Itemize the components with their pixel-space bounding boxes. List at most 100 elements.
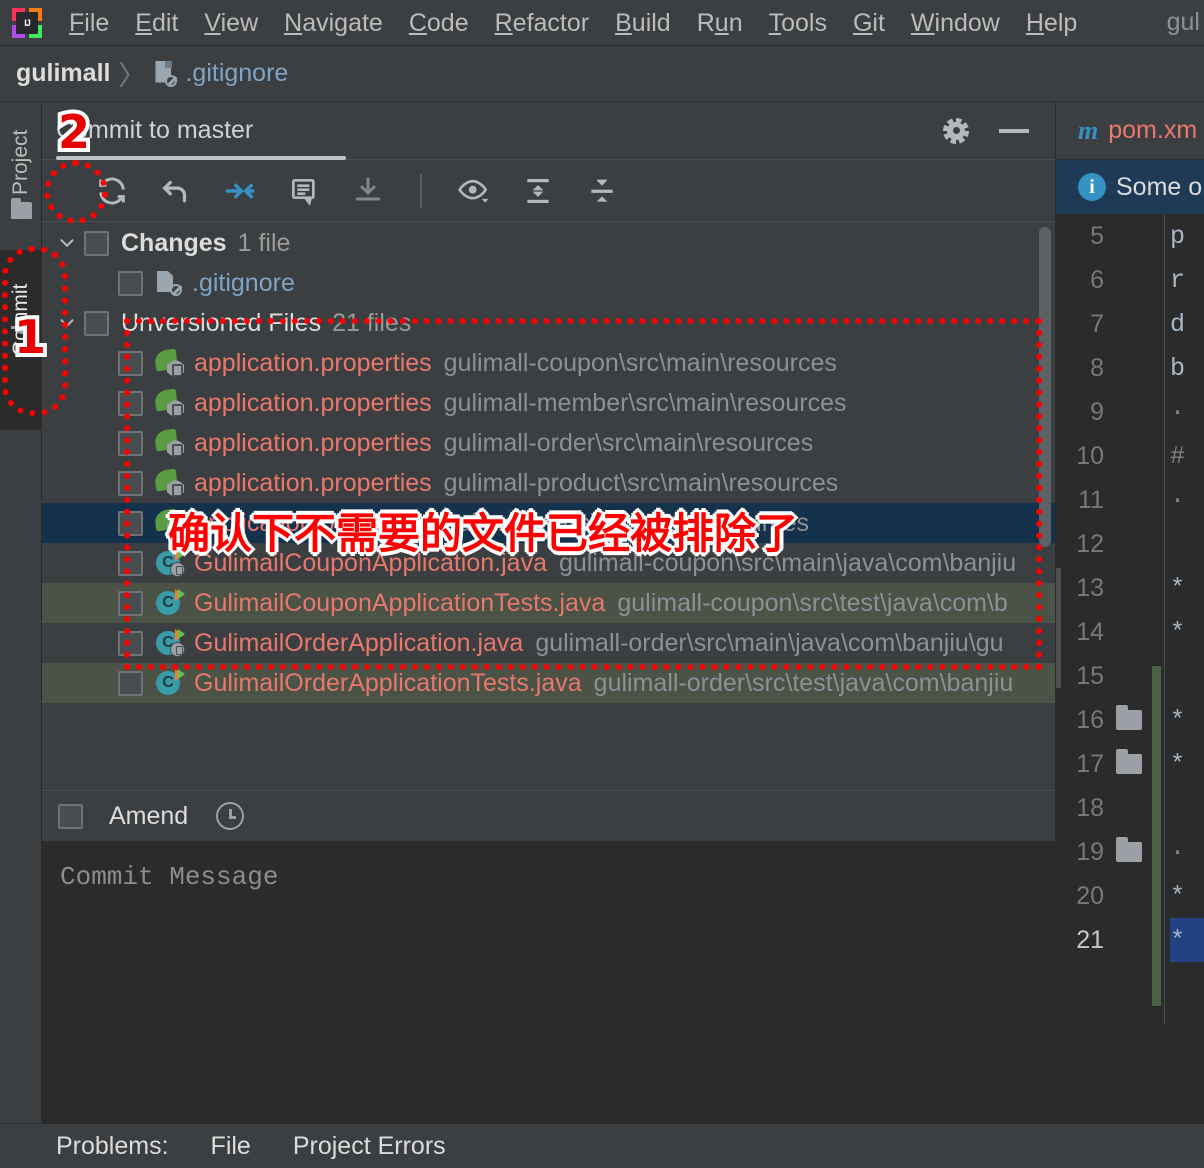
code-char: · — [1170, 485, 1186, 515]
file-name[interactable]: .gitignore — [192, 269, 295, 298]
changes-group-count: 1 file — [237, 228, 291, 257]
file-checkbox[interactable] — [118, 550, 143, 576]
menu-item-run[interactable]: Run — [684, 8, 756, 38]
menu-item-help[interactable]: Help — [1013, 8, 1090, 38]
status-bar: Problems: File Project Errors — [0, 1123, 1204, 1168]
line-number: 8 — [1090, 353, 1104, 382]
table-row[interactable]: application.properties gulimall-product\… — [42, 463, 1055, 503]
breadcrumb-project[interactable]: gulimall — [16, 59, 110, 88]
menu-item-view[interactable]: View — [191, 8, 271, 38]
update-project-icon[interactable] — [348, 171, 388, 211]
tab-project-errors[interactable]: Project Errors — [293, 1132, 446, 1161]
menu-item-refactor[interactable]: Refactor — [482, 8, 603, 38]
file-checkbox[interactable] — [118, 390, 143, 416]
code-char: b — [1170, 353, 1186, 383]
table-row[interactable]: C GulimailCouponApplicationTests.java gu… — [42, 583, 1055, 623]
file-checkbox[interactable] — [118, 590, 143, 616]
java-class-icon: C — [155, 629, 185, 657]
file-name[interactable]: GulimailOrderApplicationTests.java — [194, 669, 582, 698]
tree-group-changes[interactable]: Changes 1 file — [42, 223, 1055, 263]
amend-checkbox[interactable] — [58, 803, 83, 829]
file-path: gulimall-order\src\test\java\com\banjiu — [593, 668, 1014, 697]
rollback-icon[interactable] — [156, 171, 196, 211]
menu-item-window[interactable]: Window — [898, 8, 1013, 38]
line-number: 6 — [1090, 265, 1104, 294]
code-char: · — [1170, 837, 1186, 867]
commit-tool-window: Commit to master Changes 1 file .gitigno… — [42, 102, 1056, 1168]
folding-folder-icon[interactable] — [1116, 837, 1142, 862]
menu-item-code[interactable]: Code — [396, 8, 482, 38]
left-tool-strip: Project Commit — [0, 102, 42, 1168]
table-row[interactable]: application.properties gulimall-order\sr… — [42, 423, 1055, 463]
file-checkbox[interactable] — [118, 470, 143, 496]
preview-diff-icon[interactable] — [454, 171, 494, 211]
file-name[interactable]: GulimailCouponApplicationTests.java — [194, 589, 605, 618]
java-class-icon: C — [155, 589, 185, 617]
expand-all-icon[interactable] — [518, 171, 558, 211]
clock-icon[interactable] — [216, 802, 245, 830]
tree-group-unversioned[interactable]: Unversioned Files 21 files — [42, 303, 1055, 343]
refresh-icon[interactable] — [92, 171, 132, 211]
project-folder-icon — [11, 198, 32, 219]
tab-file[interactable]: File — [211, 1132, 251, 1161]
tree-scrollbar[interactable] — [1039, 227, 1051, 547]
code-char — [1170, 786, 1204, 830]
chevron-down-icon[interactable] — [50, 226, 84, 260]
file-name[interactable]: application.properties — [194, 469, 432, 498]
table-row[interactable]: application.properties gulimall-coupon\s… — [42, 343, 1055, 383]
commit-message-area[interactable]: Commit Message — [42, 842, 1055, 1160]
editor-notification-bar[interactable]: i Some o — [1056, 160, 1204, 214]
file-path: gulimall-order\src\main\java\com\banjiu\… — [535, 628, 1004, 657]
table-row[interactable]: C GulimailOrderApplicationTests.java gul… — [42, 663, 1055, 703]
table-row[interactable]: C GulimailOrderApplication.java gulimall… — [42, 623, 1055, 663]
changes-group-checkbox[interactable] — [84, 230, 109, 256]
file-name[interactable]: application.properties — [194, 429, 432, 458]
table-row[interactable]: application.properties gulimall-member\s… — [42, 383, 1055, 423]
line-number: 14 — [1076, 617, 1104, 646]
editor-code-column[interactable]: p r d b · # · * * * * · * * — [1170, 214, 1204, 962]
amend-label: Amend — [109, 801, 189, 830]
amend-bar: Amend — [42, 790, 1055, 842]
commit-message-icon[interactable] — [284, 171, 324, 211]
file-checkbox[interactable] — [118, 270, 143, 296]
menu-item-git[interactable]: Git — [840, 8, 898, 38]
code-char: * — [1170, 617, 1186, 647]
collapse-all-icon[interactable] — [582, 171, 622, 211]
row-spacer — [84, 266, 118, 300]
line-number: 13 — [1076, 573, 1104, 602]
breadcrumb-separator: 〉 — [118, 61, 146, 91]
folding-folder-icon[interactable] — [1116, 705, 1142, 730]
minimize-icon[interactable] — [999, 128, 1029, 133]
line-number: 17 — [1076, 749, 1104, 778]
file-name[interactable]: application.properties — [194, 349, 432, 378]
menu-item-file[interactable]: File — [56, 8, 122, 38]
line-number: 21 — [1076, 925, 1104, 954]
menu-item-navigate[interactable]: Navigate — [271, 8, 396, 38]
file-name[interactable]: application.properties — [194, 389, 432, 418]
file-checkbox[interactable] — [118, 350, 143, 376]
file-path: gulimall-product\src\main\resources — [443, 468, 839, 497]
breadcrumb: gulimall 〉 .gitignore — [0, 46, 1204, 102]
unversioned-group-label: Unversioned Files — [121, 308, 322, 337]
file-checkbox[interactable] — [118, 630, 143, 656]
file-checkbox[interactable] — [118, 430, 143, 456]
table-row[interactable]: .gitignore — [42, 263, 1055, 303]
code-char: * — [1170, 918, 1204, 962]
line-number: 18 — [1076, 793, 1104, 822]
breadcrumb-file[interactable]: .gitignore — [185, 59, 288, 88]
gear-icon[interactable] — [943, 117, 969, 144]
folding-folder-icon[interactable] — [1116, 749, 1142, 774]
menu-item-build[interactable]: Build — [602, 8, 684, 38]
file-checkbox[interactable] — [118, 670, 143, 696]
file-name[interactable]: GulimailOrderApplication.java — [194, 629, 523, 658]
annotation-badge-1-fill: 1 — [14, 310, 47, 364]
editor-tab-pom-xml[interactable]: m pom.xm — [1056, 102, 1204, 160]
menu-item-edit[interactable]: Edit — [122, 8, 191, 38]
file-checkbox[interactable] — [118, 510, 143, 536]
chevron-down-icon[interactable] — [50, 306, 84, 340]
line-number: 12 — [1076, 529, 1104, 558]
show-diff-icon[interactable] — [220, 171, 260, 211]
file-path: gulimall-coupon\src\main\resources — [443, 348, 837, 377]
menu-item-tools[interactable]: Tools — [756, 8, 840, 38]
unversioned-group-checkbox[interactable] — [84, 310, 109, 336]
